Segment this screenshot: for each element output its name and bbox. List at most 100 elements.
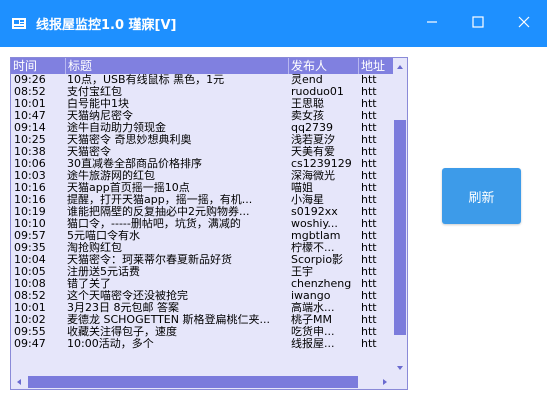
column-header-publisher[interactable]: 发布人	[289, 58, 359, 74]
table-row[interactable]: 08:52 支付宝红包 ruoduo01 htt	[11, 86, 393, 98]
cell-address: htt	[361, 134, 377, 146]
table-row[interactable]: 10:08 错了关了 chenzheng htt	[11, 278, 393, 290]
column-header-time[interactable]: 时间	[11, 58, 66, 74]
app-icon	[11, 15, 27, 31]
table-row[interactable]: 10:19 谁能把隔壁的反复抽必中2元购物券... s0192xx htt	[11, 206, 393, 218]
arrow-up-icon	[396, 59, 404, 73]
cell-publisher: 深海微光	[291, 170, 335, 182]
cell-publisher: 桃子MM	[291, 314, 332, 326]
cell-address: htt	[361, 266, 377, 278]
table-row[interactable]: 09:26 10点，USB有线鼠标 黑色，1元 灵end htt	[11, 74, 393, 86]
cell-title: 收藏关注得包子，速度	[67, 326, 177, 338]
cell-publisher: 小海星	[291, 194, 324, 206]
table-row[interactable]: 10:02 麦德龙 SCHOGETTEN 斯格登扁桃仁夹... 桃子MM htt	[11, 314, 393, 326]
refresh-button[interactable]: 刷新	[442, 168, 521, 224]
cell-title: 30直减卷全部商品价格排序	[67, 158, 202, 170]
cell-time: 09:47	[14, 338, 46, 350]
column-header-title[interactable]: 标题	[66, 58, 289, 74]
cell-title: 5元喵口令有水	[67, 230, 140, 242]
cell-title: 天猫密令 奇思妙想典利奥	[67, 134, 192, 146]
cell-title: 白号能中1块	[67, 98, 129, 110]
cell-publisher: qq2739	[291, 122, 333, 134]
cell-address: htt	[361, 326, 377, 338]
post-list[interactable]: 时间 标题 发布人 地址 09:26 10点，USB有线鼠标 黑色，1元 灵end h…	[10, 57, 408, 390]
arrow-left-icon	[16, 375, 22, 389]
column-header-address[interactable]: 地址	[359, 58, 393, 74]
cell-publisher: chenzheng	[291, 278, 352, 290]
scroll-right-button[interactable]	[377, 375, 393, 389]
table-row[interactable]: 09:55 收藏关注得包子，速度 吃货申... htt	[11, 326, 393, 338]
cell-address: htt	[361, 230, 377, 242]
cell-address: htt	[361, 290, 377, 302]
cell-publisher: 高端水...	[291, 302, 335, 314]
cell-title: 天猫app首页摇一摇10点	[67, 182, 190, 194]
minimize-icon	[426, 16, 438, 31]
cell-title: 猫口令，-----删帖吧，坑货，满减的	[67, 218, 241, 230]
table-row[interactable]: 10:01 白号能中1块 王思聪 htt	[11, 98, 393, 110]
cell-title: 3月23日 8元包邮 答案	[67, 302, 179, 314]
cell-publisher: mgbtlam	[291, 230, 341, 242]
list-header: 时间 标题 发布人 地址	[11, 58, 393, 74]
table-row[interactable]: 10:16 天猫app首页摇一摇10点 喵姐 htt	[11, 182, 393, 194]
cell-publisher: 卖女孩	[291, 110, 324, 122]
table-row[interactable]: 09:14 途牛自动助力领现金 qq2739 htt	[11, 122, 393, 134]
horizontal-scroll-thumb[interactable]	[28, 376, 358, 388]
table-row[interactable]: 10:06 30直减卷全部商品价格排序 cs1239129 htt	[11, 158, 393, 170]
title-bar: 线报屋监控1.0 瑾寐[V]	[0, 0, 547, 47]
cell-title: 提醒，打开天猫app，摇一摇，有机...	[67, 194, 253, 206]
minimize-button[interactable]	[409, 0, 455, 47]
cell-address: htt	[361, 86, 377, 98]
table-row[interactable]: 10:47 天猫纳尼密令 卖女孩 htt	[11, 110, 393, 122]
table-row[interactable]: 10:03 途牛旅游网的红包 深海微光 htt	[11, 170, 393, 182]
cell-time: 10:04	[14, 254, 46, 266]
cell-publisher: 柠檬不...	[291, 242, 335, 254]
vertical-scroll-thumb[interactable]	[394, 120, 406, 335]
cell-title: 天猫密令：珂莱蒂尔春夏新品好货	[67, 254, 232, 266]
cell-publisher: woshiy...	[291, 218, 338, 230]
table-row[interactable]: 09:47 10:00活动，多个 线报屋... htt	[11, 338, 393, 350]
table-row[interactable]: 10:10 猫口令，-----删帖吧，坑货，满减的 woshiy... htt	[11, 218, 393, 230]
scroll-down-button[interactable]	[393, 359, 407, 375]
cell-publisher: 王宇	[291, 266, 313, 278]
scrollbar-corner	[393, 375, 407, 389]
arrow-down-icon	[396, 360, 404, 374]
cell-address: htt	[361, 314, 377, 326]
cell-address: htt	[361, 218, 377, 230]
cell-time: 08:52	[14, 290, 46, 302]
table-row[interactable]: 10:01 3月23日 8元包邮 答案 高端水... htt	[11, 302, 393, 314]
cell-time: 09:14	[14, 122, 46, 134]
table-row[interactable]: 09:57 5元喵口令有水 mgbtlam htt	[11, 230, 393, 242]
scroll-left-button[interactable]	[11, 375, 27, 389]
cell-address: htt	[361, 146, 377, 158]
close-icon	[518, 16, 530, 31]
table-row[interactable]: 10:25 天猫密令 奇思妙想典利奥 浅若夏汐 htt	[11, 134, 393, 146]
window-title: 线报屋监控1.0 瑾寐[V]	[36, 18, 177, 33]
cell-time: 10:25	[14, 134, 46, 146]
cell-time: 10:19	[14, 206, 46, 218]
maximize-icon	[472, 16, 484, 31]
table-row[interactable]: 08:52 这个天喵密令还没被抢完 iwango htt	[11, 290, 393, 302]
vertical-scrollbar[interactable]	[393, 58, 407, 375]
cell-title: 谁能把隔壁的反复抽必中2元购物券...	[67, 206, 250, 218]
scroll-up-button[interactable]	[393, 58, 407, 74]
cell-title: 10:00活动，多个	[67, 338, 154, 350]
table-row[interactable]: 10:05 注册送5元话费 王宇 htt	[11, 266, 393, 278]
table-row[interactable]: 09:35 淘抢购红包 柠檬不... htt	[11, 242, 393, 254]
cell-title: 10点，USB有线鼠标 黑色，1元	[67, 74, 225, 86]
cell-time: 09:35	[14, 242, 46, 254]
horizontal-scrollbar[interactable]	[11, 375, 393, 389]
cell-address: htt	[361, 158, 377, 170]
cell-publisher: Scorpio影	[291, 254, 344, 266]
cell-title: 麦德龙 SCHOGETTEN 斯格登扁桃仁夹...	[67, 314, 270, 326]
close-button[interactable]	[501, 0, 547, 47]
cell-title: 天猫纳尼密令	[67, 110, 133, 122]
table-row[interactable]: 10:16 提醒，打开天猫app，摇一摇，有机... 小海星 htt	[11, 194, 393, 206]
cell-time: 09:55	[14, 326, 46, 338]
cell-title: 支付宝红包	[67, 86, 122, 98]
table-row[interactable]: 10:04 天猫密令：珂莱蒂尔春夏新品好货 Scorpio影 htt	[11, 254, 393, 266]
cell-time: 10:02	[14, 314, 46, 326]
table-row[interactable]: 10:38 天猫密令 天美有爱 htt	[11, 146, 393, 158]
maximize-button[interactable]	[455, 0, 501, 47]
cell-time: 09:26	[14, 74, 46, 86]
cell-address: htt	[361, 278, 377, 290]
